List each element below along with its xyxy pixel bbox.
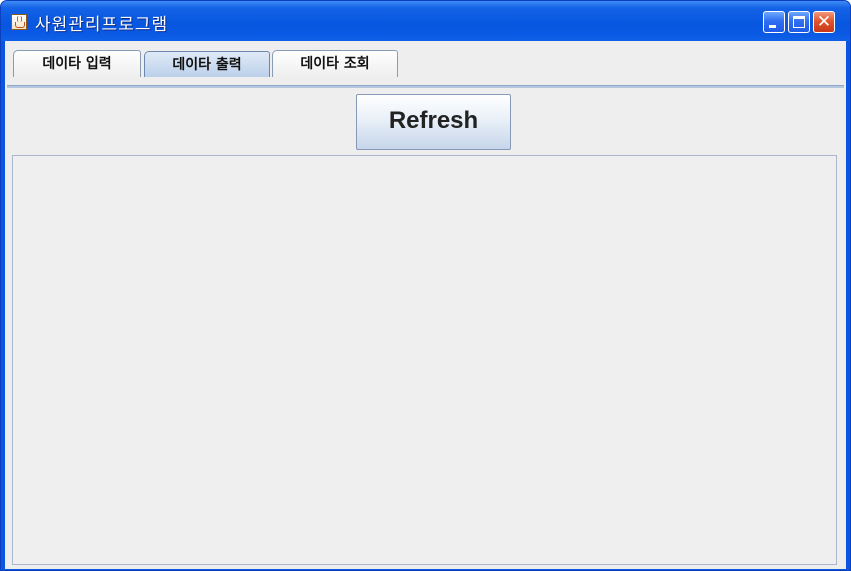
data-output-panel: Refresh [7, 88, 844, 568]
title-bar[interactable]: 사원관리프로그램 ✕ [1, 1, 850, 41]
java-cup-icon[interactable] [11, 14, 27, 30]
tab-data-input[interactable]: 데이타 입력 [13, 50, 141, 77]
application-window: 사원관리프로그램 ✕ 데이타 입력 데이타 출력 데이타 조회 Refresh [0, 0, 851, 571]
window-title: 사원관리프로그램 [35, 15, 169, 35]
refresh-button[interactable]: Refresh [356, 94, 511, 150]
tab-strip: 데이타 입력 데이타 출력 데이타 조회 [5, 41, 846, 85]
tab-data-output[interactable]: 데이타 출력 [144, 51, 270, 77]
close-icon: ✕ [816, 12, 832, 32]
close-button[interactable]: ✕ [813, 11, 835, 33]
output-text-area[interactable] [12, 155, 837, 565]
window-content: 데이타 입력 데이타 출력 데이타 조회 Refresh [5, 41, 846, 569]
minimize-button[interactable] [763, 11, 785, 33]
minimize-icon [769, 25, 776, 28]
maximize-button[interactable] [788, 11, 810, 33]
tab-data-query[interactable]: 데이타 조회 [272, 50, 398, 77]
maximize-icon [793, 16, 805, 28]
